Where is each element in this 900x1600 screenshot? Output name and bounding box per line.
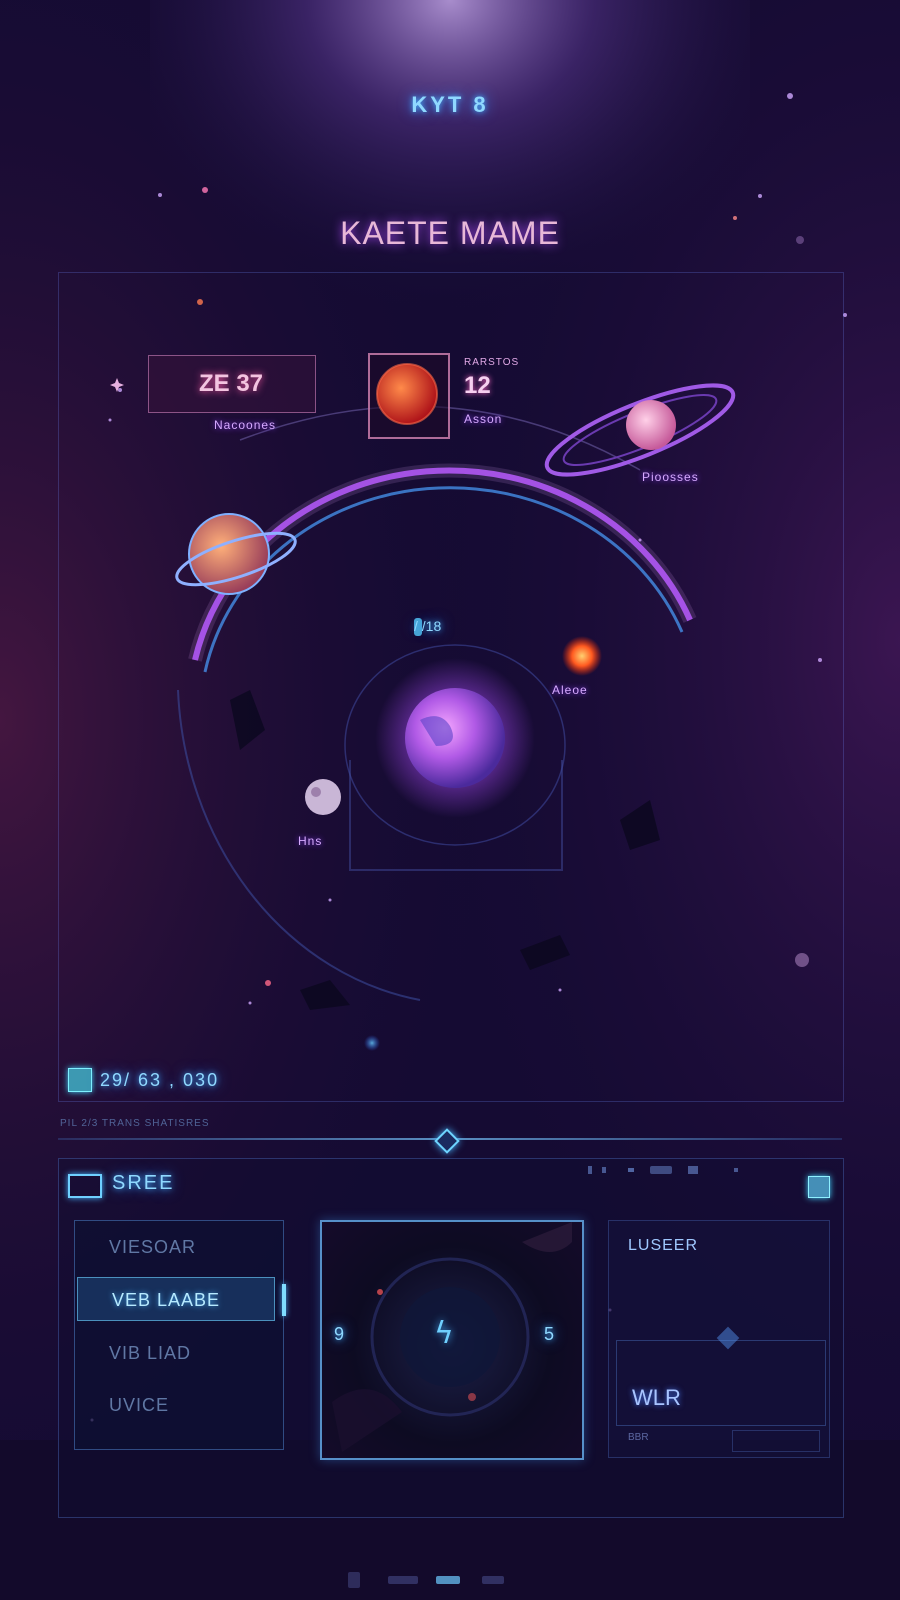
resource-value: ZE 37 bbox=[198, 370, 264, 397]
menu-item[interactable]: VIESOAR bbox=[75, 1225, 283, 1269]
resource-caption: Nacoones bbox=[214, 418, 277, 432]
sparkle-icon bbox=[110, 378, 124, 392]
planet-card[interactable] bbox=[368, 353, 450, 439]
viewer-left-value: 9 bbox=[334, 1324, 345, 1344]
panel-icon bbox=[68, 1174, 102, 1198]
signal-dots-icon bbox=[588, 1166, 738, 1174]
menu-item[interactable]: UVICE bbox=[75, 1383, 283, 1427]
ringed-planet-label: Pioosses bbox=[642, 470, 699, 484]
viewer-right-value: 5 bbox=[544, 1324, 555, 1344]
planet-card-mini-label: RARSTOS bbox=[464, 357, 520, 368]
info-footer-label: BBR bbox=[628, 1432, 649, 1443]
panel-title: SREE bbox=[112, 1172, 175, 1194]
moon-label: Hns bbox=[298, 834, 323, 848]
planet-card-caption: Asson bbox=[464, 412, 503, 426]
top-code: KYT 8 bbox=[411, 92, 489, 117]
lightning-icon: ϟ bbox=[434, 1316, 454, 1351]
status-subtext: PIL 2/3 TRANS SHATISRES bbox=[60, 1118, 210, 1129]
panel-close-button[interactable] bbox=[808, 1176, 830, 1198]
fire-orb-label: Aleoe bbox=[552, 683, 588, 697]
info-value: WLR bbox=[632, 1385, 681, 1410]
menu-item[interactable]: VIB LIAD bbox=[75, 1331, 283, 1375]
game-title: KAETE MAME bbox=[340, 215, 560, 251]
info-title: LUSEER bbox=[628, 1237, 699, 1254]
page-indicator bbox=[348, 1572, 504, 1588]
center-label: / /18 bbox=[414, 618, 442, 634]
red-planet-icon bbox=[376, 363, 438, 425]
menu-item-active[interactable]: VEB LAABE bbox=[77, 1277, 286, 1321]
side-menu: VIESOAR VEB LAABE VIB LIAD UVICE bbox=[74, 1220, 286, 1450]
info-footer-button[interactable] bbox=[732, 1430, 820, 1452]
status-readout: 29/ 63 , 030 bbox=[100, 1070, 220, 1090]
planet-card-value: 12 bbox=[464, 372, 491, 399]
info-box[interactable] bbox=[616, 1340, 826, 1426]
status-icon bbox=[68, 1068, 92, 1092]
